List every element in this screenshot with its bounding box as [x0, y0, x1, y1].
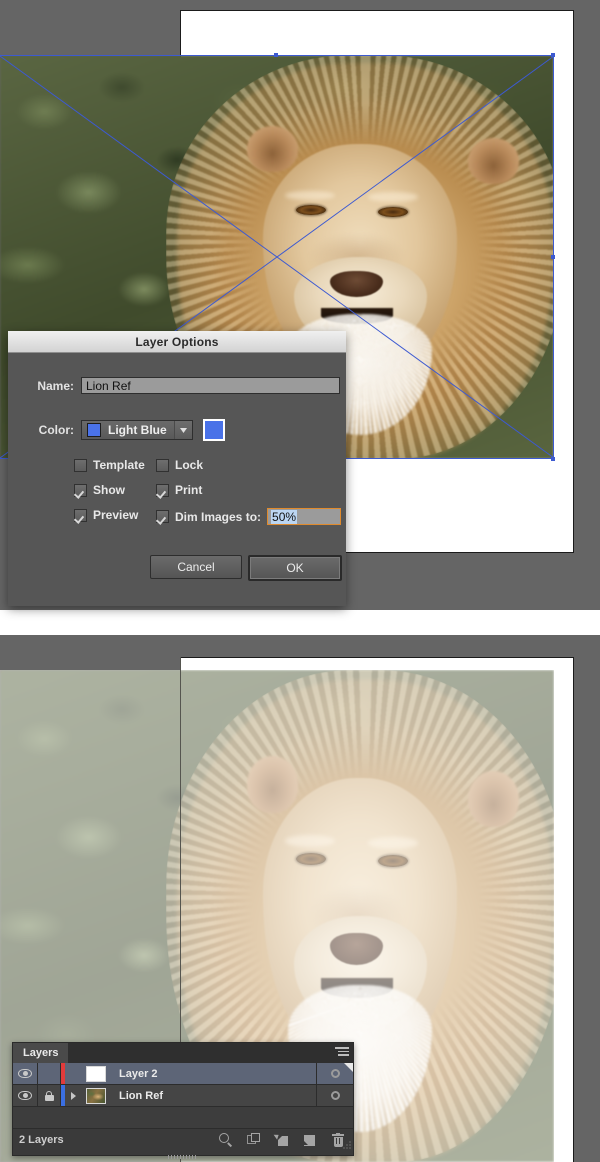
layer-name[interactable]: Layer 2 — [111, 1068, 316, 1080]
dim-images-value: 50% — [271, 509, 298, 524]
create-new-layer-icon[interactable] — [303, 1133, 317, 1147]
resize-grip-icon[interactable] — [343, 1141, 351, 1149]
lion-ear-right — [468, 770, 520, 828]
locate-object-icon[interactable] — [219, 1133, 233, 1147]
checkbox-label-preview: Preview — [93, 508, 139, 522]
checkbox-box-dim-images[interactable] — [156, 510, 169, 523]
target-circle-icon[interactable] — [330, 1069, 340, 1078]
layer-name[interactable]: Lion Ref — [111, 1090, 316, 1102]
layers-panel-tabbar: Layers — [13, 1043, 353, 1063]
ok-button[interactable]: OK — [248, 555, 342, 581]
target-circle-icon[interactable] — [330, 1091, 340, 1100]
make-clipping-mask-icon[interactable] — [247, 1133, 261, 1147]
checkbox-template[interactable]: Template — [74, 458, 145, 472]
lock-icon — [44, 1090, 54, 1101]
layer-target-cell[interactable] — [316, 1085, 353, 1106]
tab-layers[interactable]: Layers — [13, 1043, 69, 1063]
lion-ear-right — [468, 137, 520, 185]
layer-row[interactable]: Lion Ref — [13, 1085, 353, 1107]
eye-icon — [18, 1091, 32, 1100]
checkbox-dim-images[interactable]: Dim Images to: 50% — [156, 508, 342, 525]
visibility-toggle[interactable] — [13, 1085, 38, 1106]
eye-icon — [18, 1069, 32, 1078]
lion-eye-right — [378, 206, 409, 217]
layer-thumbnail — [86, 1065, 106, 1082]
layer-target-cell[interactable] — [316, 1063, 353, 1084]
layer-thumbnail-cell — [81, 1065, 111, 1082]
checkbox-box-preview[interactable] — [74, 508, 87, 522]
color-chip-icon — [87, 423, 101, 437]
dialog-titlebar[interactable]: Layer Options — [8, 331, 346, 353]
panel-drag-grip[interactable] — [168, 1155, 198, 1159]
color-name-value: Light Blue — [108, 423, 167, 437]
checkbox-label-show: Show — [93, 483, 125, 497]
lion-ear-left — [247, 756, 299, 813]
checkbox-show[interactable]: Show — [74, 483, 125, 497]
checkbox-label-print: Print — [175, 483, 203, 497]
color-row: Color: Light Blue — [30, 419, 225, 441]
tabbar-filler — [68, 1043, 353, 1063]
dialog-title: Layer Options — [135, 334, 219, 349]
checkbox-box-show[interactable] — [74, 483, 87, 497]
layer-row[interactable]: Layer 2 — [13, 1063, 353, 1085]
checkbox-preview[interactable]: Preview — [74, 508, 138, 522]
layer-count-label: 2 Layers — [19, 1134, 64, 1146]
name-row: Name: Lion Ref — [30, 377, 340, 394]
cancel-button[interactable]: Cancel — [150, 555, 242, 579]
layer-color-bar — [61, 1063, 65, 1084]
lion-ear-left — [247, 125, 299, 173]
checkbox-label-dim-images: Dim Images to: — [175, 509, 262, 524]
selection-indicator — [344, 1063, 353, 1072]
checkbox-box-print[interactable] — [156, 483, 169, 497]
artboard-margin-right-bottom — [555, 658, 571, 1161]
disclosure-toggle[interactable] — [65, 1091, 81, 1100]
layers-footer-icons — [219, 1132, 349, 1147]
layer-options-dialog[interactable]: Layer Options Name: Lion Ref Color: Ligh… — [8, 331, 346, 606]
layers-panel[interactable]: Layers Layer 2 Lion Ref 2 Layers — [12, 1042, 354, 1159]
checkbox-lock[interactable]: Lock — [156, 458, 203, 472]
checkbox-label-lock: Lock — [175, 458, 204, 472]
layer-name-input[interactable]: Lion Ref — [81, 377, 340, 394]
layer-thumbnail — [86, 1087, 106, 1104]
visibility-toggle[interactable] — [13, 1063, 38, 1084]
panel-menu-icon[interactable] — [335, 1047, 349, 1058]
lock-toggle[interactable] — [38, 1063, 61, 1084]
disclosure-triangle-icon — [70, 1091, 76, 1100]
layer-color-swatch[interactable] — [203, 419, 225, 441]
checkbox-label-template: Template — [93, 458, 145, 472]
checkbox-box-template[interactable] — [74, 458, 87, 472]
name-label: Name: — [37, 378, 74, 393]
dim-images-input[interactable]: 50% — [267, 508, 342, 525]
checkbox-print[interactable]: Print — [156, 483, 202, 497]
layer-color-select[interactable]: Light Blue — [81, 420, 193, 440]
layers-panel-footer: 2 Layers — [13, 1129, 353, 1151]
layers-list: Layer 2 Lion Ref — [13, 1063, 353, 1129]
color-label: Color: — [38, 423, 74, 437]
layers-empty-area — [13, 1107, 353, 1129]
layer-thumbnail-cell — [81, 1087, 111, 1104]
lock-toggle[interactable] — [38, 1085, 61, 1106]
chevron-down-icon[interactable] — [175, 421, 192, 439]
checkbox-box-lock[interactable] — [156, 458, 169, 472]
create-new-sublayer-icon[interactable] — [273, 1132, 289, 1147]
